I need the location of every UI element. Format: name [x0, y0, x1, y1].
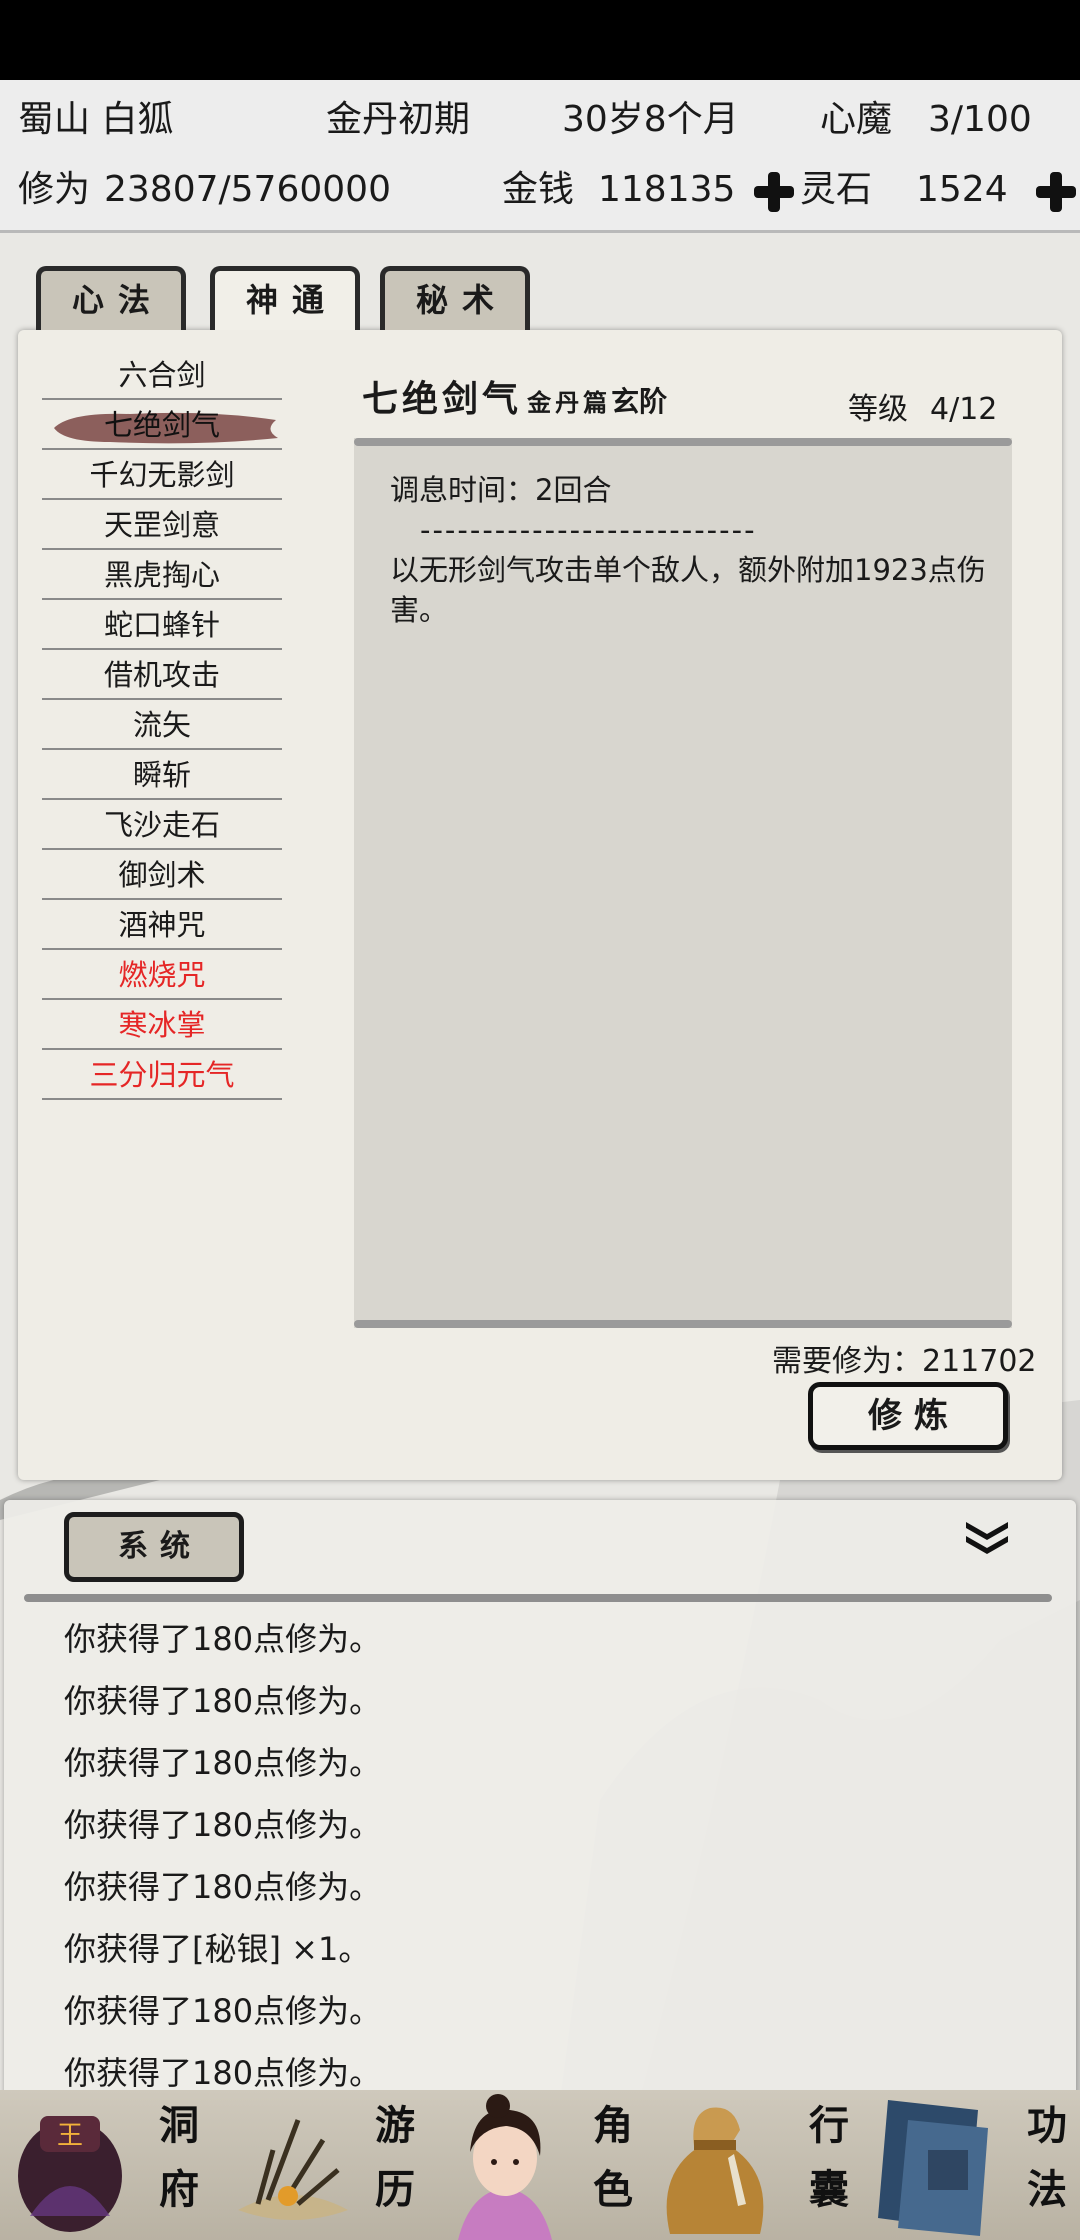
- stone-value: 1524: [916, 169, 1008, 210]
- skill-item[interactable]: 黑虎掏心: [42, 550, 282, 600]
- skill-item[interactable]: 御剑术: [42, 850, 282, 900]
- divider-dashes: ---------------------------: [420, 513, 757, 547]
- skill-item[interactable]: 三分归元气: [42, 1050, 282, 1100]
- collapse-chevrons-icon[interactable]: [962, 1518, 1012, 1558]
- system-status-bar: [0, 0, 1080, 80]
- skill-item[interactable]: 酒神咒: [42, 900, 282, 950]
- scroll-top-rod: [354, 438, 1012, 446]
- skill-item[interactable]: 蛇口蜂针: [42, 600, 282, 650]
- skill-list: 六合剑 七绝剑气 千幻无影剑 天罡剑意 黑虎掏心 蛇口蜂针 借机攻击 流矢 瞬斩…: [42, 350, 282, 1100]
- log-entry: 你获得了180点修为。: [64, 1868, 382, 1906]
- cave-icon: 王: [18, 2116, 122, 2232]
- skill-item-selected[interactable]: 七绝剑气: [42, 400, 282, 450]
- age-label: 30岁8个月: [562, 99, 739, 140]
- skill-item[interactable]: 飞沙走石: [42, 800, 282, 850]
- add-money-icon[interactable]: [754, 172, 794, 212]
- cooldown-text: 调息时间：2回合: [390, 473, 612, 507]
- skill-description-box: 调息时间：2回合 --------------------------- 以无形…: [390, 470, 990, 630]
- log-divider: [24, 1594, 1052, 1602]
- tab-shentong[interactable]: 神通: [210, 266, 360, 330]
- scroll-bottom-rod: [354, 1320, 1012, 1328]
- bottom-navigation: 王 洞 府 游 历 角 色 行 囊 功 法: [0, 2090, 1080, 2240]
- skill-item[interactable]: 瞬斩: [42, 750, 282, 800]
- book-icon: [878, 2100, 988, 2236]
- bag-icon: [666, 2107, 764, 2234]
- skill-chapter: 金丹篇: [527, 388, 612, 417]
- skill-item[interactable]: 六合剑: [42, 350, 282, 400]
- svg-text:王: 王: [57, 2121, 83, 2151]
- cultivation-value: 23807/5760000: [104, 169, 391, 210]
- log-entry: 你获得了180点修为。: [64, 1682, 382, 1720]
- system-log-tab[interactable]: 系统: [64, 1512, 244, 1582]
- demon-value: 3/100: [928, 99, 1032, 140]
- skill-level: 等级 4/12: [848, 384, 997, 428]
- log-entry: 你获得了180点修为。: [64, 1744, 382, 1782]
- cultivation-label: 修为: [18, 169, 91, 210]
- skill-item[interactable]: 天罡剑意: [42, 500, 282, 550]
- tab-mishu[interactable]: 秘术: [380, 266, 530, 330]
- money-label: 金钱: [502, 169, 575, 210]
- money-value: 118135: [598, 169, 736, 210]
- travel-icon: [238, 2119, 348, 2220]
- character-icon: [458, 2094, 552, 2240]
- log-entry: 你获得了180点修为。: [64, 1806, 382, 1844]
- level-label: 等级: [848, 392, 908, 427]
- skill-title: 七绝剑气 金丹篇玄阶: [362, 370, 667, 422]
- demon-label: 心魔: [820, 99, 893, 140]
- log-entry: 你获得了180点修为。: [64, 1992, 382, 2030]
- log-entry: 你获得了180点修为。: [64, 1620, 382, 1658]
- stone-label: 灵石: [800, 169, 873, 210]
- practice-button[interactable]: 修炼: [808, 1382, 1008, 1450]
- required-cultivation: 需要修为：211702: [772, 1344, 1037, 1379]
- skill-grade: 玄阶: [611, 385, 668, 418]
- level-value: 4/12: [930, 392, 998, 427]
- skill-item[interactable]: 寒冰掌: [42, 1000, 282, 1050]
- add-stone-icon[interactable]: [1036, 172, 1076, 212]
- skill-name: 七绝剑气: [362, 378, 523, 420]
- skill-item[interactable]: 流矢: [42, 700, 282, 750]
- realm-label: 金丹初期: [326, 99, 471, 140]
- sect-name: 蜀山 白狐: [18, 99, 174, 140]
- description-text: 以无形剑气攻击单个敌人，额外附加1923点伤害。: [390, 553, 986, 627]
- skill-item[interactable]: 千幻无影剑: [42, 450, 282, 500]
- skill-item[interactable]: 燃烧咒: [42, 950, 282, 1000]
- message-log: 你获得了180点修为。 你获得了180点修为。 你获得了180点修为。 你获得了…: [64, 1608, 1024, 2104]
- player-status-panel: 蜀山 白狐 金丹初期 30岁8个月 心魔 3/100 修为 23807/5760…: [0, 80, 1080, 233]
- log-entry: 你获得了[秘银] ×1。: [64, 1930, 371, 1968]
- skill-item[interactable]: 借机攻击: [42, 650, 282, 700]
- tab-xinfa[interactable]: 心法: [36, 266, 186, 330]
